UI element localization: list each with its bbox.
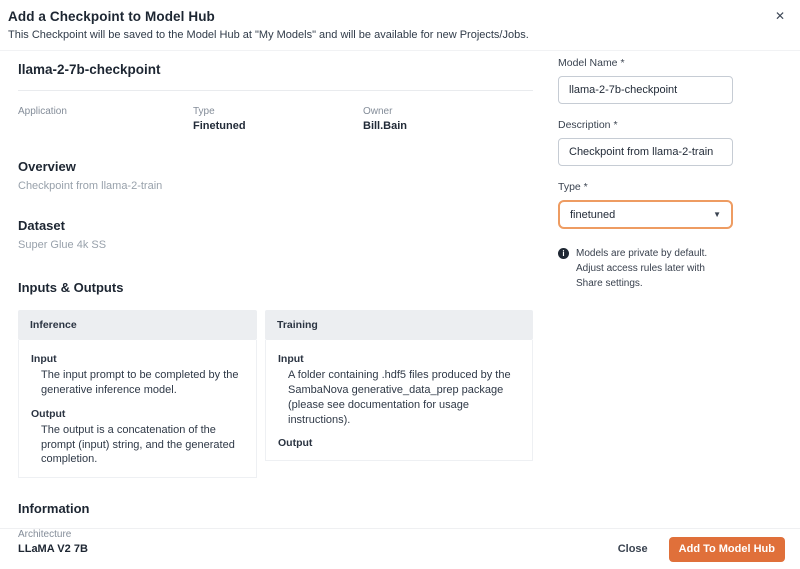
- close-icon[interactable]: ✕: [771, 7, 789, 25]
- overview-text: Checkpoint from llama-2-train: [18, 180, 533, 192]
- privacy-note-text: Models are private by default. Adjust ac…: [576, 246, 726, 291]
- meta-owner: Owner Bill.Bain: [363, 106, 533, 133]
- description-label: Description *: [558, 119, 733, 131]
- add-checkpoint-modal: Add a Checkpoint to Model Hub This Check…: [0, 0, 800, 569]
- information-heading: Information: [18, 501, 533, 516]
- meta-value: Bill.Bain: [363, 120, 533, 133]
- type-field-group: Type * finetuned ▼: [558, 181, 733, 229]
- meta-label: Application: [18, 106, 193, 117]
- close-button[interactable]: Close: [618, 543, 648, 555]
- model-name-label: Model Name *: [558, 57, 733, 69]
- title-divider: [18, 90, 533, 91]
- io-output-label: Output: [31, 408, 244, 420]
- modal-header: Add a Checkpoint to Model Hub This Check…: [0, 0, 800, 50]
- io-cards: Inference Input The input prompt to be c…: [18, 310, 533, 478]
- io-input-text: A folder containing .hdf5 files produced…: [288, 368, 520, 427]
- type-label: Type *: [558, 181, 733, 193]
- meta-type: Type Finetuned: [193, 106, 363, 133]
- meta-application: Application: [18, 106, 193, 133]
- io-output-text: The output is a concatenation of the pro…: [41, 423, 244, 468]
- training-card-title: Training: [265, 310, 533, 340]
- inference-card-body: Input The input prompt to be completed b…: [18, 340, 257, 478]
- dataset-text: Super Glue 4k SS: [18, 239, 533, 251]
- meta-row: Application Type Finetuned Owner Bill.Ba…: [18, 106, 533, 133]
- inference-card-title: Inference: [18, 310, 257, 340]
- modal-footer: Close Add To Model Hub: [0, 528, 800, 569]
- io-input-text: The input prompt to be completed by the …: [41, 368, 244, 398]
- inference-card: Inference Input The input prompt to be c…: [18, 310, 257, 478]
- modal-title: Add a Checkpoint to Model Hub: [8, 9, 760, 24]
- add-checkpoint-form: Model Name * Description * Type * finetu…: [558, 57, 733, 291]
- model-name-input[interactable]: [558, 76, 733, 104]
- header-divider: [0, 50, 800, 51]
- meta-value: [18, 120, 193, 133]
- meta-value: Finetuned: [193, 120, 363, 133]
- meta-label: Owner: [363, 106, 533, 117]
- type-select-value: finetuned: [570, 209, 615, 221]
- info-icon: i: [558, 248, 569, 259]
- training-card-body: Input A folder containing .hdf5 files pr…: [265, 340, 533, 461]
- description-input[interactable]: [558, 138, 733, 166]
- dataset-heading: Dataset: [18, 218, 533, 233]
- type-select[interactable]: finetuned ▼: [558, 200, 733, 229]
- add-to-model-hub-button[interactable]: Add To Model Hub: [669, 537, 785, 562]
- checkpoint-details: llama-2-7b-checkpoint Application Type F…: [18, 62, 533, 555]
- modal-subtitle: This Checkpoint will be saved to the Mod…: [8, 29, 760, 41]
- inputs-outputs-heading: Inputs & Outputs: [18, 280, 533, 295]
- meta-label: Type: [193, 106, 363, 117]
- io-output-label: Output: [278, 437, 520, 449]
- io-input-label: Input: [31, 353, 244, 365]
- training-card: Training Input A folder containing .hdf5…: [265, 310, 533, 478]
- description-field-group: Description *: [558, 119, 733, 166]
- overview-heading: Overview: [18, 159, 533, 174]
- checkpoint-name: llama-2-7b-checkpoint: [18, 62, 533, 77]
- chevron-down-icon: ▼: [713, 210, 721, 219]
- model-name-field-group: Model Name *: [558, 57, 733, 104]
- io-input-label: Input: [278, 353, 520, 365]
- privacy-note: i Models are private by default. Adjust …: [558, 246, 726, 291]
